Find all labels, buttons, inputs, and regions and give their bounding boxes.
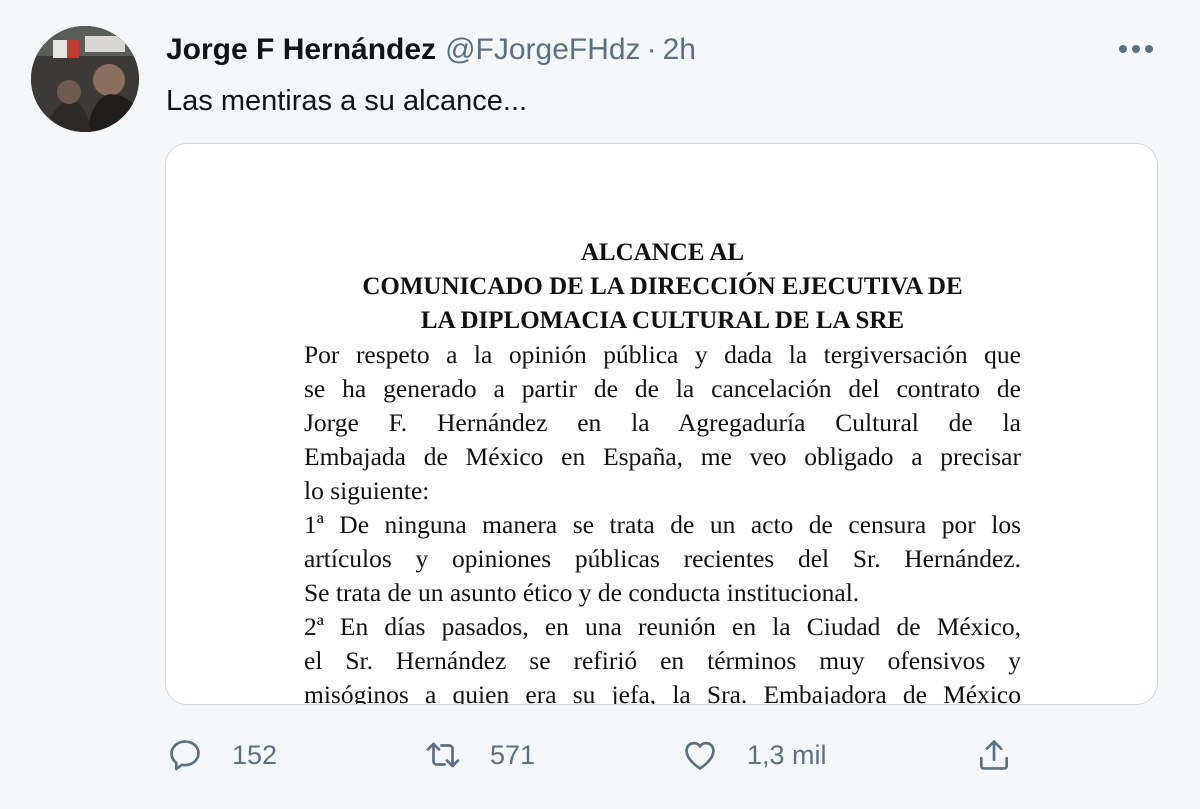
share-button[interactable] bbox=[975, 725, 1013, 785]
document-line: Se trata de un asunto ético y de conduct… bbox=[304, 578, 860, 607]
document-line: misóginos a quien era su jefa, la Sra. E… bbox=[304, 680, 1021, 705]
attached-image[interactable]: ALCANCE AL COMUNICADO DE LA DIRECCIÓN EJ… bbox=[165, 143, 1158, 705]
tweet-text: Las mentiras a su alcance... bbox=[166, 85, 528, 117]
reply-count: 152 bbox=[232, 739, 278, 770]
like-count: 1,3 mil bbox=[747, 739, 827, 770]
tweet-actions: 152 571 1,3 mil bbox=[0, 725, 1200, 785]
document-line: se ha generado a partir de de la cancela… bbox=[304, 374, 1021, 403]
document-line: el Sr. Hernández se refirió en términos … bbox=[304, 646, 1021, 675]
retweet-count: 571 bbox=[490, 739, 536, 770]
retweet-button[interactable]: 571 bbox=[424, 725, 535, 785]
share-icon bbox=[979, 740, 1009, 770]
document-title-line: ALCANCE AL bbox=[580, 239, 745, 266]
author-name[interactable]: Jorge F Hernández bbox=[166, 30, 436, 70]
avatar-photo bbox=[31, 26, 139, 132]
like-button[interactable]: 1,3 mil bbox=[681, 725, 827, 785]
tweet[interactable]: Jorge F Hernández @FJorgeFHdz · 2h Las m… bbox=[0, 0, 1200, 809]
document-title-line: COMUNICADO DE LA DIRECCIÓN EJECUTIVA DE bbox=[362, 273, 963, 300]
document-line: lo siguiente: bbox=[304, 476, 430, 505]
avatar[interactable] bbox=[31, 26, 139, 132]
like-icon bbox=[685, 741, 715, 770]
retweet-icon bbox=[426, 742, 460, 768]
author-handle[interactable]: @FJorgeFHdz bbox=[445, 30, 641, 70]
document-line: 2ª En días pasados, en una reunión en la… bbox=[304, 612, 1021, 641]
document-line: artículos y opiniones públicas recientes… bbox=[304, 544, 1021, 573]
document-line: Jorge F. Hernández en la Agregaduría Cul… bbox=[304, 408, 1021, 437]
timestamp[interactable]: 2h bbox=[663, 30, 696, 70]
separator-dot: · bbox=[646, 33, 657, 66]
document-image: ALCANCE AL COMUNICADO DE LA DIRECCIÓN EJ… bbox=[304, 236, 1021, 705]
document-title-line: LA DIPLOMACIA CULTURAL DE LA SRE bbox=[420, 307, 905, 334]
reply-button[interactable]: 152 bbox=[166, 725, 277, 785]
tweet-header: Jorge F Hernández @FJorgeFHdz · 2h bbox=[166, 30, 696, 70]
more-options-button[interactable] bbox=[1114, 32, 1158, 66]
more-horizontal-icon bbox=[1119, 45, 1153, 53]
document-line: Embajada de México en España, me veo obl… bbox=[304, 442, 1021, 471]
document-line: 1ª De ninguna manera se trata de un acto… bbox=[304, 510, 1021, 539]
document-line: Por respeto a la opinión pública y dada … bbox=[304, 340, 1021, 369]
reply-icon bbox=[170, 740, 200, 771]
